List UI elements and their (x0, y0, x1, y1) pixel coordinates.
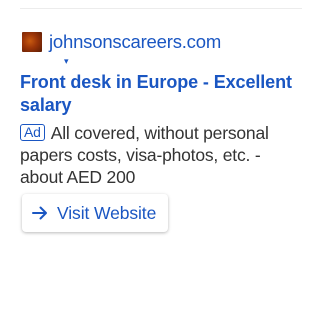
arrow-right-icon (32, 206, 47, 220)
ad-description-text: All covered, without personal papers cos… (20, 123, 269, 187)
ad-headline-link[interactable]: Front desk in Europe - Excellent salary (20, 71, 300, 117)
visit-website-button[interactable]: Visit Website (22, 194, 169, 232)
ad-card: johnsonscareers.com ▾ Front desk in Euro… (20, 30, 300, 232)
chevron-down-icon[interactable]: ▾ (64, 54, 300, 68)
visit-website-label: Visit Website (57, 202, 157, 223)
ad-badge: Ad (20, 124, 45, 141)
ad-source-row: johnsonscareers.com (20, 30, 300, 54)
domain-link[interactable]: johnsonscareers.com (49, 31, 221, 53)
ad-description: Ad All covered, without personal papers c… (20, 122, 300, 188)
site-favicon-icon[interactable] (22, 32, 42, 52)
top-divider (20, 8, 302, 9)
